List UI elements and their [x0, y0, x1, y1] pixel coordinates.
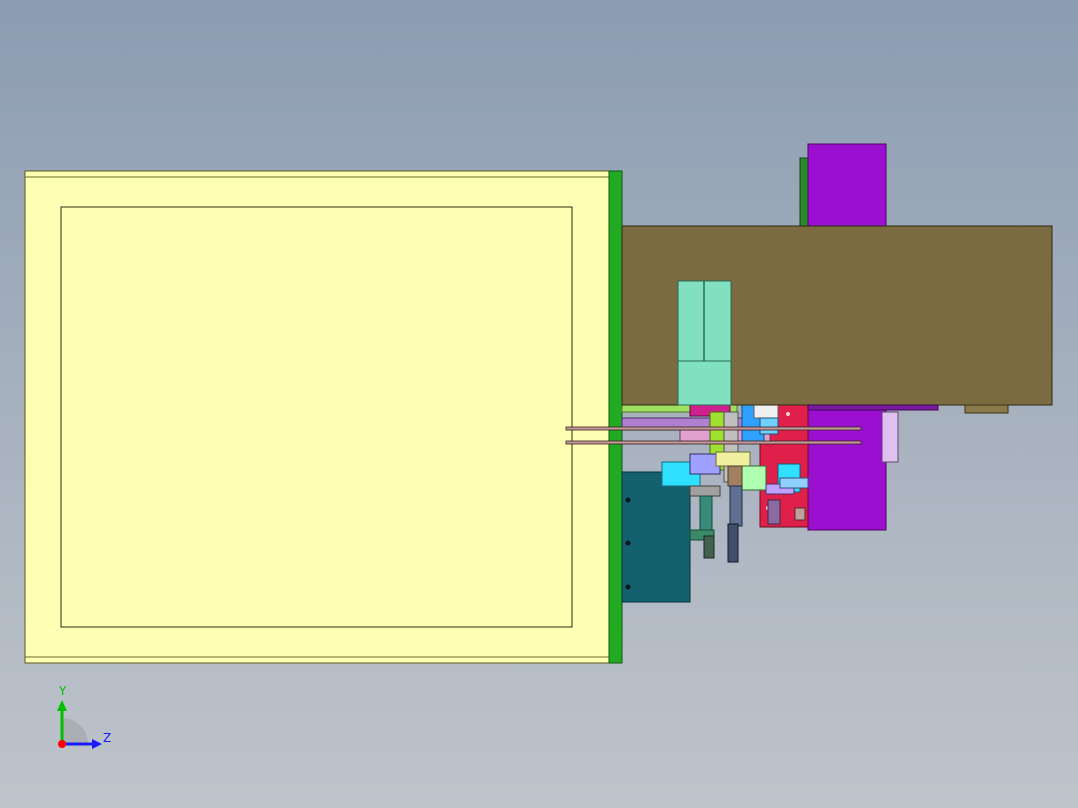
cad-viewport[interactable]: Y Z: [0, 0, 1078, 808]
y-axis-label: Y: [59, 684, 67, 698]
coordinate-triad: Y Z: [40, 684, 130, 764]
hopper-box[interactable]: [24, 170, 610, 664]
triad-axes-graphic: [57, 700, 102, 749]
control-box[interactable]: [621, 471, 691, 603]
small-cylinder[interactable]: [881, 411, 899, 463]
green-flange-plate[interactable]: [608, 170, 623, 664]
cad-model-view[interactable]: [0, 0, 1078, 808]
z-axis-label: Z: [103, 731, 112, 745]
cylinder-actuator[interactable]: [677, 280, 732, 406]
